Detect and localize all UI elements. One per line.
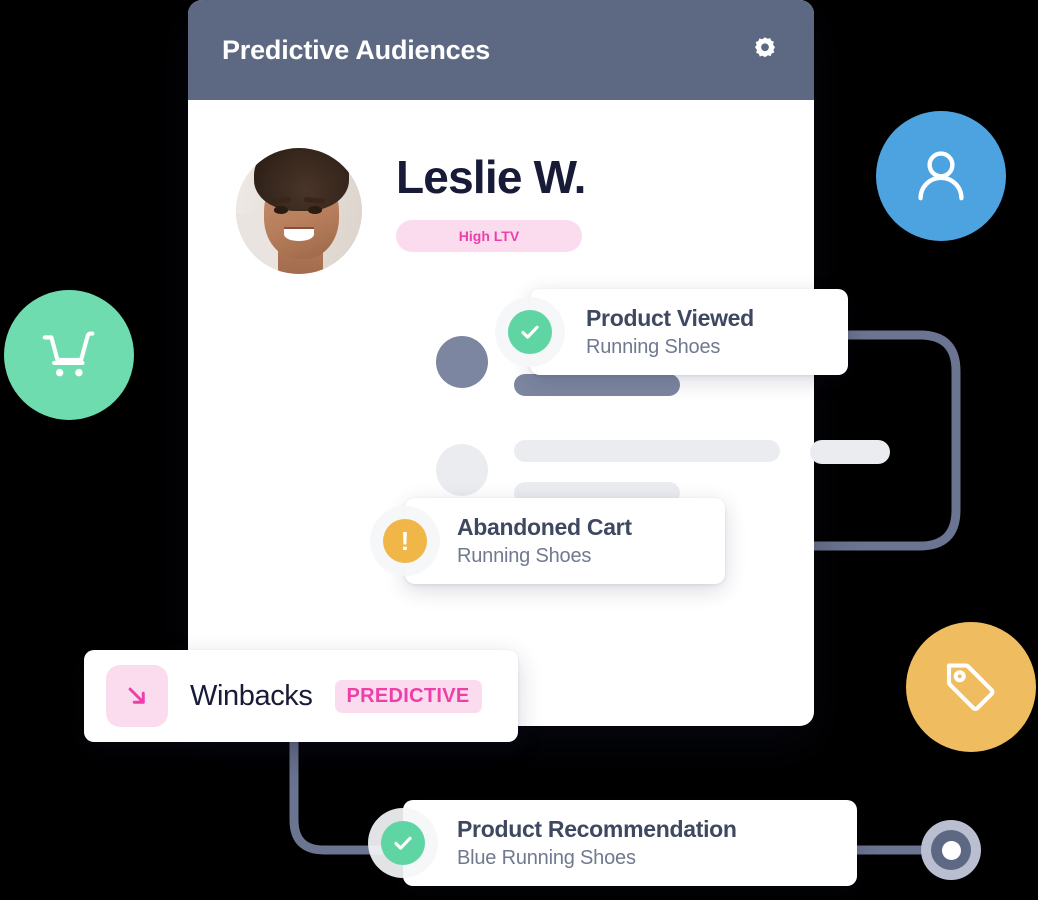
placeholder-row bbox=[436, 440, 780, 504]
predictive-badge[interactable]: PREDICTIVE bbox=[334, 679, 482, 713]
placeholder-bar bbox=[514, 374, 680, 396]
floating-tag-icon-circle[interactable] bbox=[906, 622, 1036, 752]
placeholder-avatar bbox=[436, 336, 488, 388]
shopping-cart-icon bbox=[42, 331, 95, 377]
event-subtitle: Running Shoes bbox=[457, 544, 592, 567]
placeholder-bar bbox=[514, 440, 780, 462]
page-title: Predictive Audiences bbox=[222, 34, 491, 65]
placeholder-bar bbox=[810, 440, 890, 464]
event-title: Product Recommendation bbox=[457, 816, 737, 842]
tag-icon bbox=[946, 663, 995, 711]
connector-end-node[interactable] bbox=[921, 820, 981, 880]
event-card-abandoned-cart[interactable]: ! Abandoned Cart Running Shoes bbox=[383, 498, 725, 584]
customer-profile: Leslie W. High LTV bbox=[236, 148, 586, 274]
event-title: Abandoned Cart bbox=[457, 514, 632, 540]
arrow-down-right-icon bbox=[128, 687, 145, 704]
avatar bbox=[236, 148, 362, 274]
user-icon bbox=[918, 151, 964, 201]
gear-icon bbox=[755, 37, 775, 58]
panel-header: Predictive Audiences bbox=[188, 0, 814, 100]
event-subtitle: Running Shoes bbox=[586, 335, 721, 358]
predictive-audiences-illustration: Predictive Audiences Leslie W. High LTV … bbox=[0, 0, 1038, 900]
status-badge-success bbox=[381, 820, 425, 865]
floating-cart-icon-circle[interactable] bbox=[4, 290, 134, 420]
settings-button[interactable] bbox=[748, 33, 782, 67]
status-badge-warning: ! bbox=[383, 518, 427, 563]
connector-end-node-core bbox=[941, 840, 961, 860]
floating-user-icon-circle[interactable] bbox=[876, 111, 1006, 241]
winbacks-icon-tile bbox=[106, 665, 168, 727]
check-icon bbox=[394, 836, 412, 850]
customer-name: Leslie W. bbox=[396, 151, 586, 203]
exclamation-icon: ! bbox=[400, 525, 410, 556]
placeholder-avatar bbox=[436, 444, 488, 496]
event-card-product-viewed[interactable]: Product Viewed Running Shoes bbox=[508, 289, 848, 375]
connector-end-node-ring bbox=[931, 830, 971, 870]
event-card-product-recommendation[interactable]: Product Recommendation Blue Running Shoe… bbox=[381, 800, 857, 886]
audience-name: Winbacks bbox=[190, 679, 313, 712]
status-badge-success bbox=[508, 309, 552, 354]
status-badge[interactable]: High LTV bbox=[396, 220, 582, 252]
audience-card-winbacks[interactable]: Winbacks PREDICTIVE bbox=[84, 650, 518, 742]
event-subtitle: Blue Running Shoes bbox=[457, 846, 636, 869]
event-title: Product Viewed bbox=[586, 305, 754, 331]
check-icon bbox=[521, 325, 539, 339]
